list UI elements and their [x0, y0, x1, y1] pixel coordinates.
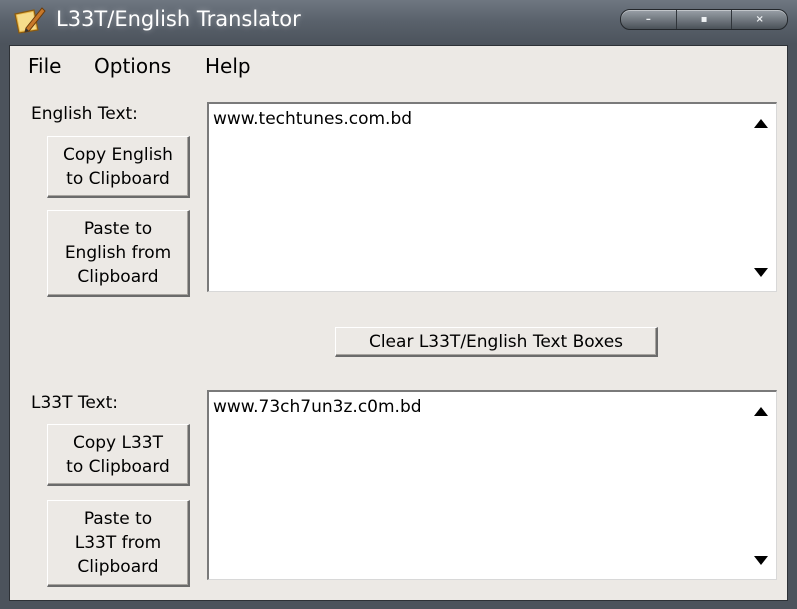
english-text-box[interactable]: www.techtunes.com.bd [207, 102, 777, 292]
leet-text-box[interactable]: www.73ch7un3z.c0m.bd [207, 390, 777, 580]
scroll-down-icon[interactable] [746, 257, 776, 287]
minimize-icon: – [645, 14, 651, 25]
leet-text-value: www.73ch7un3z.c0m.bd [213, 397, 422, 417]
menu-help[interactable]: Help [205, 51, 251, 81]
client-area: File Options Help English Text: Copy Eng… [9, 45, 788, 601]
scroll-up-icon[interactable] [746, 108, 776, 138]
copy-english-button[interactable]: Copy English to Clipboard [47, 136, 190, 198]
paste-english-button[interactable]: Paste to English from Clipboard [47, 210, 190, 297]
menu-bar: File Options Help [10, 46, 787, 86]
copy-leet-button[interactable]: Copy L33T to Clipboard [47, 424, 190, 486]
close-button[interactable]: × [732, 10, 787, 29]
english-text-label: English Text: [31, 104, 138, 124]
menu-options[interactable]: Options [94, 51, 171, 81]
caption-buttons: – ▪ × [620, 9, 788, 30]
app-window: L33T/English Translator – ▪ × File Optio… [0, 0, 797, 609]
paste-leet-button[interactable]: Paste to L33T from Clipboard [47, 500, 190, 587]
english-scrollbar[interactable] [746, 104, 776, 291]
english-text-value: www.techtunes.com.bd [213, 109, 413, 129]
maximize-button[interactable]: ▪ [677, 10, 733, 29]
leet-scrollbar[interactable] [746, 392, 776, 579]
window-title: L33T/English Translator [56, 7, 301, 31]
maximize-icon: ▪ [700, 14, 708, 25]
scroll-up-icon[interactable] [746, 396, 776, 426]
title-bar[interactable]: L33T/English Translator – ▪ × [0, 0, 797, 44]
scroll-down-icon[interactable] [746, 545, 776, 575]
menu-file[interactable]: File [28, 51, 61, 81]
leet-text-label: L33T Text: [31, 393, 119, 413]
minimize-button[interactable]: – [621, 10, 677, 29]
close-icon: × [755, 14, 764, 25]
clear-text-boxes-button[interactable]: Clear L33T/English Text Boxes [335, 327, 658, 357]
app-icon [14, 7, 46, 34]
